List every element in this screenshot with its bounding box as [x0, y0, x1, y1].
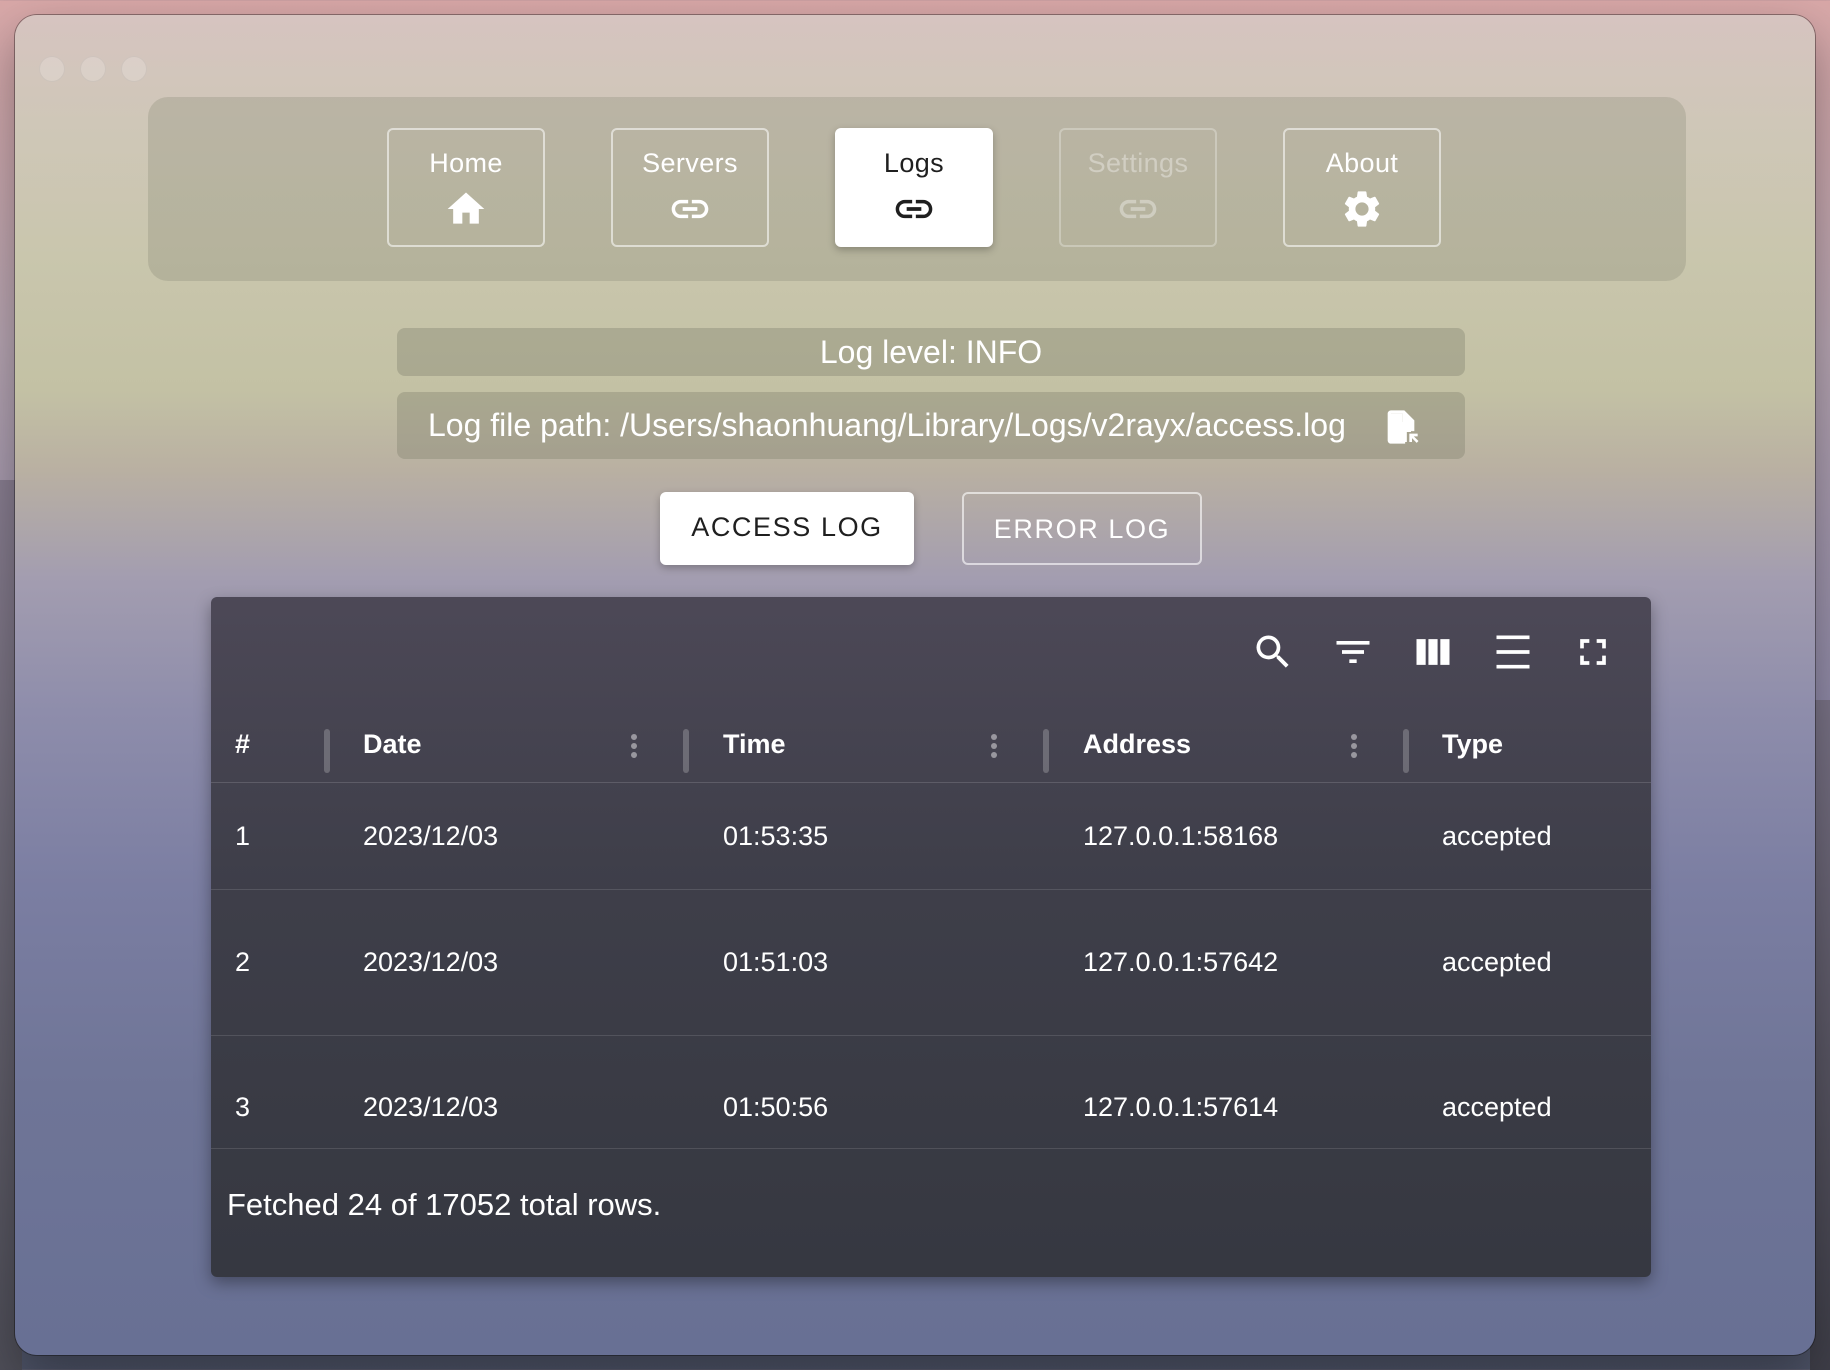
column-menu-icon[interactable]: [1348, 731, 1360, 767]
cell-time: 01:53:35: [723, 821, 829, 851]
nav-settings-button: Settings: [1059, 128, 1217, 247]
column-resize-handle[interactable]: [1403, 729, 1409, 773]
cell-number: 2: [235, 947, 251, 977]
filter-icon[interactable]: [1331, 630, 1375, 674]
error-log-button[interactable]: ERROR LOG: [962, 492, 1202, 565]
column-menu-icon[interactable]: [988, 731, 1000, 767]
cell-date: 2023/12/03: [363, 1092, 499, 1122]
column-header-time[interactable]: Time: [723, 707, 786, 782]
log-table: # Date Time Address Type 1 2023/12/03 01…: [211, 597, 1651, 1277]
open-file-icon[interactable]: [1381, 406, 1421, 448]
nav-logs-button[interactable]: Logs: [835, 128, 993, 247]
nav-settings-label: Settings: [1087, 148, 1189, 178]
cell-address: 127.0.0.1:57642: [1083, 947, 1279, 977]
log-path-text: Log file path: /Users/shaonhuang/Library…: [428, 407, 1346, 443]
search-icon[interactable]: [1251, 630, 1295, 674]
home-icon: [447, 192, 485, 224]
cell-time: 01:50:56: [723, 1092, 829, 1122]
gear-icon: [1344, 191, 1380, 227]
cell-type: accepted: [1442, 1092, 1552, 1122]
column-header-address[interactable]: Address: [1083, 707, 1191, 782]
table-footer-status: Fetched 24 of 17052 total rows.: [227, 1187, 662, 1222]
cell-number: 1: [235, 821, 251, 851]
log-level-bar: Log level: INFO: [397, 328, 1465, 376]
window-zoom-button[interactable]: [121, 56, 147, 82]
nav-about-label: About: [1325, 148, 1399, 178]
cell-date: 2023/12/03: [363, 821, 499, 851]
link-icon: [1119, 199, 1157, 219]
cell-type: accepted: [1442, 821, 1552, 851]
log-path-bar: Log file path: /Users/shaonhuang/Library…: [397, 392, 1465, 459]
table-row[interactable]: 1 2023/12/03 01:53:35 127.0.0.1:58168 ac…: [211, 783, 1651, 890]
columns-icon[interactable]: [1411, 630, 1455, 674]
nav-logs-label: Logs: [883, 148, 945, 178]
log-level-text: Log level: INFO: [819, 334, 1043, 370]
window-minimize-button[interactable]: [80, 56, 106, 82]
cell-number: 3: [235, 1092, 251, 1122]
access-log-button[interactable]: ACCESS LOG: [660, 492, 914, 565]
link-icon: [895, 199, 933, 219]
nav-servers-label: Servers: [642, 148, 738, 178]
column-resize-handle[interactable]: [683, 729, 689, 773]
table-row[interactable]: 3 2023/12/03 01:50:56 127.0.0.1:57614 ac…: [211, 1036, 1651, 1149]
column-resize-handle[interactable]: [324, 729, 330, 773]
cell-type: accepted: [1442, 947, 1552, 977]
nav-servers-button[interactable]: Servers: [611, 128, 769, 247]
top-nav-bar: Home Servers Logs Settings About: [148, 97, 1686, 281]
column-header-type[interactable]: Type: [1442, 707, 1503, 782]
cell-time: 01:51:03: [723, 947, 829, 977]
column-header-date[interactable]: Date: [363, 707, 422, 782]
table-header: # Date Time Address Type: [211, 707, 1651, 783]
fullscreen-icon[interactable]: [1571, 630, 1615, 674]
cell-date: 2023/12/03: [363, 947, 499, 977]
table-row[interactable]: 2 2023/12/03 01:51:03 127.0.0.1:57642 ac…: [211, 890, 1651, 1036]
window-close-button[interactable]: [39, 56, 65, 82]
column-header-number[interactable]: #: [235, 707, 250, 782]
link-icon: [671, 199, 709, 219]
nav-home-label: Home: [429, 148, 503, 178]
cell-address: 127.0.0.1:58168: [1083, 821, 1279, 851]
column-resize-handle[interactable]: [1043, 729, 1049, 773]
nav-about-button[interactable]: About: [1283, 128, 1441, 247]
density-icon[interactable]: [1491, 630, 1535, 674]
cell-address: 127.0.0.1:57614: [1083, 1092, 1279, 1122]
app-window: Home Servers Logs Settings About Log lev…: [15, 15, 1815, 1355]
nav-home-button[interactable]: Home: [387, 128, 545, 247]
column-menu-icon[interactable]: [628, 731, 640, 767]
